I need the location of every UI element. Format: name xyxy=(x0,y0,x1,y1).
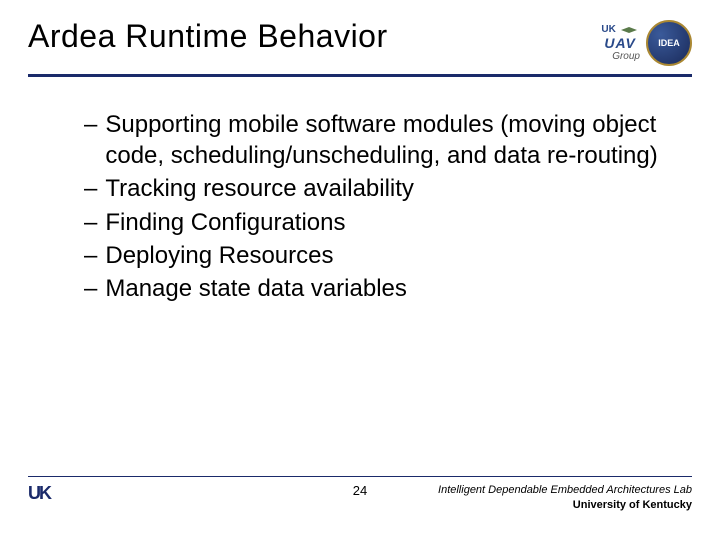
idea-logo: IDEA xyxy=(646,20,692,66)
bullet-text: Supporting mobile software modules (movi… xyxy=(105,109,672,171)
bullet-item: – Manage state data variables xyxy=(84,273,672,304)
bullet-dash: – xyxy=(84,240,97,271)
bullet-dash: – xyxy=(84,273,97,304)
group-text: Group xyxy=(612,51,640,62)
bullet-text: Finding Configurations xyxy=(105,207,345,238)
page-number: 24 xyxy=(353,483,367,498)
bullet-text: Deploying Resources xyxy=(105,240,333,271)
bullet-item: – Finding Configurations xyxy=(84,207,672,238)
bullet-item: – Tracking resource availability xyxy=(84,173,672,204)
uav-text: UAV xyxy=(604,35,636,51)
bullet-dash: – xyxy=(84,109,97,140)
slide-footer: UK 24 Intelligent Dependable Embedded Ar… xyxy=(28,476,692,512)
university-name: University of Kentucky xyxy=(438,498,692,512)
uk-small-text: UK xyxy=(601,24,615,35)
slide-content: – Supporting mobile software modules (mo… xyxy=(0,77,720,304)
bullet-dash: – xyxy=(84,173,97,204)
uav-group-logo: UK UAV Group xyxy=(600,24,640,62)
bullet-text: Tracking resource availability xyxy=(105,173,414,204)
bullet-dash: – xyxy=(84,207,97,238)
footer-divider xyxy=(28,476,692,477)
slide-header: Ardea Runtime Behavior UK UAV Group IDEA xyxy=(0,0,720,66)
bullet-item: – Supporting mobile software modules (mo… xyxy=(84,109,672,171)
bullet-item: – Deploying Resources xyxy=(84,240,672,271)
lab-name: Intelligent Dependable Embedded Architec… xyxy=(438,483,692,497)
uav-plane-icon xyxy=(619,25,639,35)
bullet-text: Manage state data variables xyxy=(105,273,407,304)
header-logos: UK UAV Group IDEA xyxy=(600,18,692,66)
uk-logo: UK xyxy=(28,483,52,504)
footer-attribution: Intelligent Dependable Embedded Architec… xyxy=(438,483,692,512)
slide-title: Ardea Runtime Behavior xyxy=(28,18,388,55)
